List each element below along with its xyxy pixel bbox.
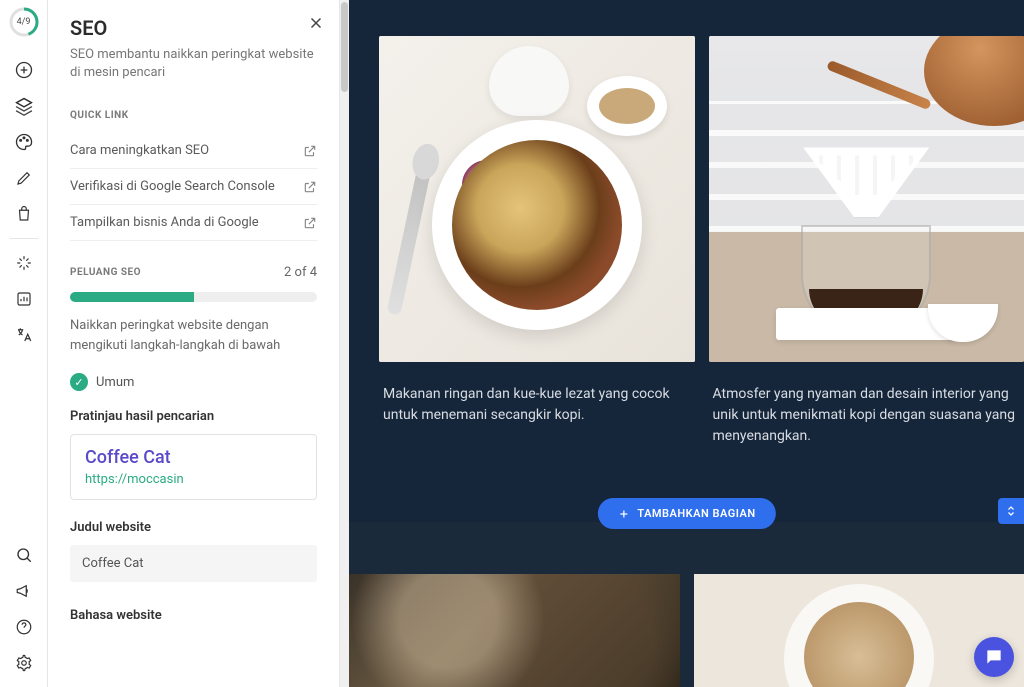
quicklink-improve-seo[interactable]: Cara meningkatkan SEO <box>70 133 317 169</box>
status-general[interactable]: ✓ Umum <box>70 373 317 391</box>
seo-panel: SEO SEO membantu naikkan peringkat websi… <box>48 0 340 687</box>
translate-icon[interactable] <box>0 317 48 353</box>
editor-canvas: Makanan ringan dan kue-kue lezat yang co… <box>349 0 1024 687</box>
gallery-image-2[interactable] <box>694 574 1024 687</box>
opportunity-count: 2 of 4 <box>284 265 317 280</box>
preview-label: Pratinjau hasil pencarian <box>70 409 317 424</box>
section-reorder-handle[interactable] <box>998 498 1024 524</box>
external-link-icon <box>303 144 317 158</box>
plus-icon <box>617 508 629 520</box>
settings-icon[interactable] <box>0 645 48 681</box>
chat-launcher[interactable] <box>974 637 1014 677</box>
quicklink-text: Tampilkan bisnis Anda di Google <box>70 215 259 230</box>
search-icon[interactable] <box>0 537 48 573</box>
gallery-image-1[interactable] <box>349 574 680 687</box>
search-preview: Coffee Cat https://moccasin <box>70 434 317 500</box>
quicklink-text: Verifikasi di Google Search Console <box>70 179 275 194</box>
megaphone-icon[interactable] <box>0 573 48 609</box>
external-link-icon <box>303 180 317 194</box>
feature-cards: Makanan ringan dan kue-kue lezat yang co… <box>379 36 1024 447</box>
card-atmosphere-image <box>709 36 1024 362</box>
left-rail: 4/9 <box>0 0 48 687</box>
panel-title: SEO <box>70 16 317 40</box>
panel-subtitle: SEO membantu naikkan peringkat website d… <box>70 46 317 82</box>
card-atmosphere-caption: Atmosfer yang nyaman dan desain interior… <box>709 362 1024 447</box>
card-atmosphere[interactable]: Atmosfer yang nyaman dan desain interior… <box>709 36 1024 447</box>
field-title-label: Judul website <box>70 520 317 535</box>
website-title-input[interactable] <box>70 545 317 582</box>
analytics-icon[interactable] <box>0 281 48 317</box>
quicklink-text: Cara meningkatkan SEO <box>70 143 209 158</box>
gallery-row <box>349 574 1024 687</box>
add-section-button[interactable]: TAMBAHKAN BAGIAN <box>597 498 775 529</box>
palette-icon[interactable] <box>0 124 48 160</box>
quicklink-google-verify[interactable]: Verifikasi di Google Search Console <box>70 169 317 205</box>
preview-url: https://moccasin <box>85 472 302 487</box>
preview-title: Coffee Cat <box>85 447 302 468</box>
card-food-caption: Makanan ringan dan kue-kue lezat yang co… <box>379 362 695 426</box>
opportunity-desc: Naikkan peringkat website dengan mengiku… <box>70 316 317 355</box>
pencil-icon[interactable] <box>0 160 48 196</box>
setup-progress-badge[interactable]: 4/9 <box>8 6 40 38</box>
quick-link-label: QUICK LINK <box>70 110 317 121</box>
check-icon: ✓ <box>70 373 88 391</box>
card-food-image <box>379 36 695 362</box>
status-text: Umum <box>96 375 134 390</box>
close-panel-button[interactable] <box>307 14 325 32</box>
layers-icon[interactable] <box>0 88 48 124</box>
field-lang-label: Bahasa website <box>70 608 317 623</box>
rail-divider <box>10 238 38 239</box>
quicklink-google-business[interactable]: Tampilkan bisnis Anda di Google <box>70 205 317 241</box>
add-icon[interactable] <box>0 52 48 88</box>
sparkle-icon[interactable] <box>0 245 48 281</box>
shop-icon[interactable] <box>0 196 48 232</box>
add-section-label: TAMBAHKAN BAGIAN <box>637 507 755 520</box>
external-link-icon <box>303 216 317 230</box>
card-food[interactable]: Makanan ringan dan kue-kue lezat yang co… <box>379 36 695 447</box>
help-icon[interactable] <box>0 609 48 645</box>
panel-scrollbar[interactable] <box>340 0 349 687</box>
opportunity-label: PELUANG SEO <box>70 267 141 278</box>
opportunity-progress <box>70 292 317 302</box>
